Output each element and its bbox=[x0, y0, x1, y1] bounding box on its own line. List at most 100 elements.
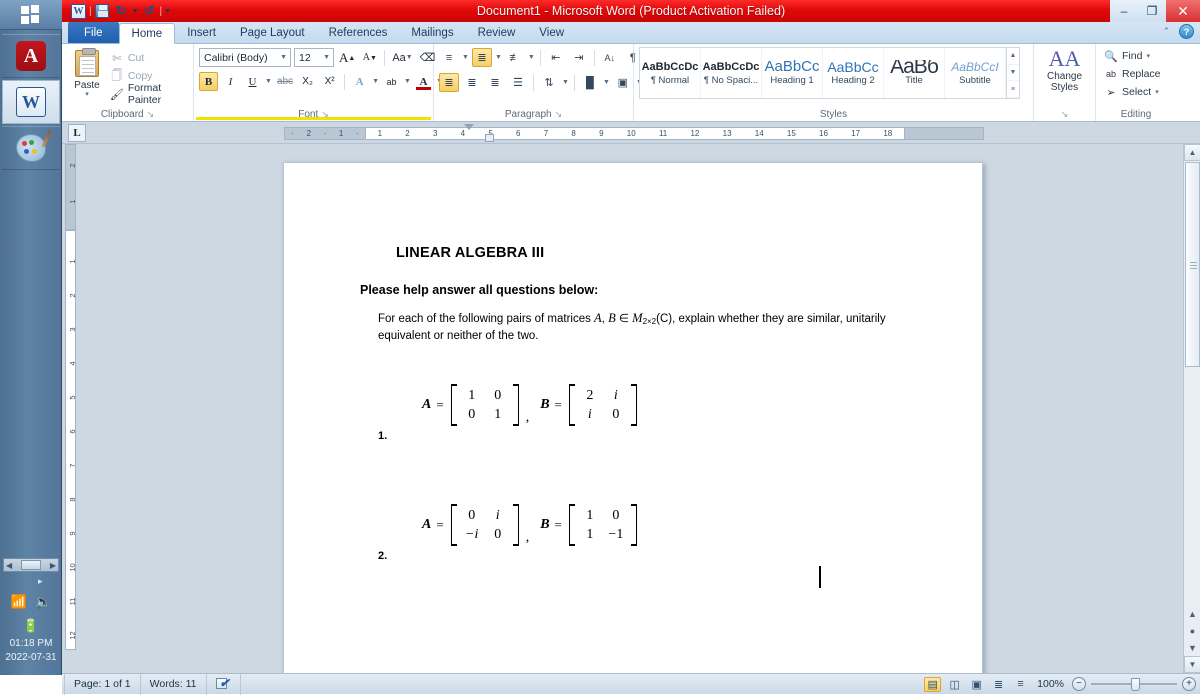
question-1[interactable]: 1. A = 1 0 bbox=[360, 374, 906, 466]
underline-button[interactable]: U bbox=[243, 72, 262, 91]
tab-review[interactable]: Review bbox=[466, 22, 528, 43]
scroll-right-icon[interactable]: ▶ bbox=[48, 561, 58, 570]
styles-dialog-launcher-icon[interactable]: ↘ bbox=[1061, 109, 1069, 120]
customize-quick-access-icon[interactable]: ▼ bbox=[164, 8, 171, 15]
volume-icon[interactable]: 🔈 bbox=[35, 594, 51, 610]
taskbar-item-word[interactable]: W bbox=[2, 80, 60, 124]
network-signal-icon[interactable]: 📶 bbox=[11, 594, 27, 610]
minimize-button[interactable]: – bbox=[1110, 0, 1138, 22]
style-item-normal[interactable]: AaBbCcDc ¶ Normal bbox=[640, 48, 701, 98]
styles-scroll[interactable]: ▲ ▼ ≡ bbox=[1006, 48, 1019, 98]
bold-button[interactable]: B bbox=[199, 72, 218, 91]
undo-button[interactable]: ↻ bbox=[113, 3, 130, 20]
undo-dropdown-button[interactable]: ▼ bbox=[132, 8, 139, 15]
italic-button[interactable]: I bbox=[221, 72, 240, 91]
replace-button[interactable]: ab Replace bbox=[1101, 66, 1164, 82]
status-proofing-button[interactable]: ✔ bbox=[207, 674, 241, 695]
tab-view[interactable]: View bbox=[527, 22, 576, 43]
web-layout-view-button[interactable]: ▣ bbox=[968, 677, 985, 692]
start-button[interactable] bbox=[0, 0, 62, 30]
outline-view-button[interactable]: ≣ bbox=[990, 677, 1007, 692]
vertical-ruler[interactable]: 2 1 1 2 3 4 5 6 7 8 9 10 11 12 bbox=[62, 144, 78, 673]
document-text-body[interactable]: LINEAR ALGEBRA III Please help answer al… bbox=[284, 163, 982, 673]
format-painter-button[interactable]: 🖌 Format Painter bbox=[107, 86, 188, 102]
highlight-color-button[interactable]: ab bbox=[382, 72, 401, 91]
first-line-indent-marker[interactable] bbox=[464, 124, 474, 130]
style-item-subtitle[interactable]: AaBbCcI Subtitle bbox=[945, 48, 1006, 98]
taskbar-item-paint[interactable] bbox=[2, 126, 60, 170]
text-effects-button[interactable]: A bbox=[350, 72, 369, 91]
question-2[interactable]: 2. A = 0 i bbox=[360, 494, 906, 586]
underline-dropdown-icon[interactable]: ▼ bbox=[265, 78, 272, 85]
clipboard-dialog-launcher-icon[interactable]: ↘ bbox=[147, 109, 155, 120]
change-styles-button[interactable]: AA Change Styles bbox=[1047, 47, 1082, 93]
paste-dropdown-icon[interactable]: ▾ bbox=[85, 90, 89, 98]
tab-file[interactable]: File bbox=[68, 22, 119, 43]
numbering-button[interactable]: ≣ bbox=[472, 48, 492, 67]
justify-button[interactable]: ☰ bbox=[508, 73, 528, 92]
draft-view-button[interactable]: ≡ bbox=[1012, 677, 1029, 692]
style-item-title[interactable]: AaBб Title bbox=[884, 48, 945, 98]
maximize-button[interactable]: ❐ bbox=[1138, 0, 1166, 22]
left-indent-marker[interactable] bbox=[485, 134, 494, 142]
print-layout-view-button[interactable]: ▤ bbox=[924, 677, 941, 692]
vertical-scrollbar[interactable]: ▲ ▲ ▲ ● ▼ ▼ bbox=[1183, 144, 1200, 673]
font-color-button[interactable]: A bbox=[414, 72, 433, 91]
tab-page-layout[interactable]: Page Layout bbox=[228, 22, 317, 43]
style-item-heading-1[interactable]: AaBbCс Heading 1 bbox=[762, 48, 823, 98]
taskbar-item-acrobat[interactable]: A bbox=[2, 34, 60, 78]
cut-button[interactable]: ✄ Cut bbox=[107, 50, 188, 66]
zoom-slider[interactable] bbox=[1091, 677, 1177, 691]
previous-page-button[interactable]: ▲ bbox=[1184, 605, 1200, 622]
taskbar-scroll[interactable]: ◀ ▶ bbox=[3, 558, 59, 572]
clock[interactable]: 01:18 PM 2022-07-31 bbox=[0, 637, 62, 665]
align-left-button[interactable]: ≣ bbox=[439, 73, 459, 92]
increase-indent-button[interactable]: ⇥ bbox=[569, 48, 589, 67]
shrink-font-button[interactable]: A▼ bbox=[360, 48, 379, 67]
help-icon[interactable]: ? bbox=[1179, 24, 1194, 39]
styles-scroll-up-icon[interactable]: ▲ bbox=[1007, 48, 1019, 65]
zoom-out-button[interactable]: − bbox=[1072, 677, 1086, 691]
zoom-level-label[interactable]: 100% bbox=[1034, 678, 1067, 690]
shading-button[interactable]: █ bbox=[580, 73, 600, 92]
full-screen-reading-view-button[interactable]: ◫ bbox=[946, 677, 963, 692]
font-name-combo[interactable]: Calibri (Body) ▼ bbox=[199, 48, 291, 67]
tab-mailings[interactable]: Mailings bbox=[399, 22, 465, 43]
redo-button[interactable]: ↺ bbox=[141, 3, 158, 20]
tab-stop-selector[interactable]: L bbox=[68, 124, 86, 142]
horizontal-ruler[interactable]: · 2 · 1 · 1 2 3 4 5 6 7 8 9 10 1 bbox=[284, 126, 984, 141]
borders-button[interactable]: ▣ bbox=[613, 73, 633, 92]
collapse-ribbon-icon[interactable]: ⌃ bbox=[1159, 24, 1174, 39]
multilevel-list-button[interactable]: ≢ bbox=[505, 48, 525, 67]
sort-button[interactable]: A↓ bbox=[600, 48, 620, 67]
superscript-button[interactable]: X² bbox=[320, 72, 339, 91]
find-button[interactable]: 🔍 Find ▾ bbox=[1101, 48, 1153, 64]
font-size-combo[interactable]: 12 ▼ bbox=[294, 48, 334, 67]
style-item-no-spacing[interactable]: AaBbCcDc ¶ No Spaci... bbox=[701, 48, 762, 98]
styles-gallery[interactable]: AaBbCcDc ¶ Normal AaBbCcDc ¶ No Spaci...… bbox=[639, 47, 1020, 99]
zoom-in-button[interactable]: + bbox=[1182, 677, 1196, 691]
battery-icon[interactable]: 🔋 bbox=[23, 618, 39, 634]
select-dropdown-icon[interactable]: ▾ bbox=[1155, 88, 1159, 96]
find-dropdown-icon[interactable]: ▾ bbox=[1146, 52, 1150, 60]
tab-home[interactable]: Home bbox=[119, 23, 176, 44]
close-button[interactable]: ✕ bbox=[1166, 0, 1200, 22]
select-browse-object-button[interactable]: ● bbox=[1184, 622, 1200, 639]
word-system-menu-button[interactable]: W bbox=[70, 3, 87, 20]
tab-insert[interactable]: Insert bbox=[175, 22, 228, 43]
strikethrough-button[interactable]: abc bbox=[275, 72, 295, 91]
bullets-button[interactable]: ≡ bbox=[439, 48, 459, 67]
align-right-button[interactable]: ≣ bbox=[485, 73, 505, 92]
line-spacing-button[interactable]: ⇅ bbox=[539, 73, 559, 92]
grow-font-button[interactable]: A▲ bbox=[337, 48, 357, 67]
subscript-button[interactable]: X₂ bbox=[298, 72, 317, 91]
style-item-heading-2[interactable]: AaBbCc Heading 2 bbox=[823, 48, 884, 98]
status-page-indicator[interactable]: Page: 1 of 1 bbox=[64, 674, 141, 695]
document-page[interactable]: LINEAR ALGEBRA III Please help answer al… bbox=[283, 162, 983, 673]
scrollbar-thumb[interactable] bbox=[1185, 162, 1200, 367]
styles-scroll-down-icon[interactable]: ▼ bbox=[1007, 65, 1019, 82]
paragraph-dialog-launcher-icon[interactable]: ↘ bbox=[555, 109, 563, 120]
select-button[interactable]: ➢ Select ▾ bbox=[1101, 84, 1162, 100]
styles-more-icon[interactable]: ≡ bbox=[1007, 81, 1019, 98]
decrease-indent-button[interactable]: ⇤ bbox=[546, 48, 566, 67]
